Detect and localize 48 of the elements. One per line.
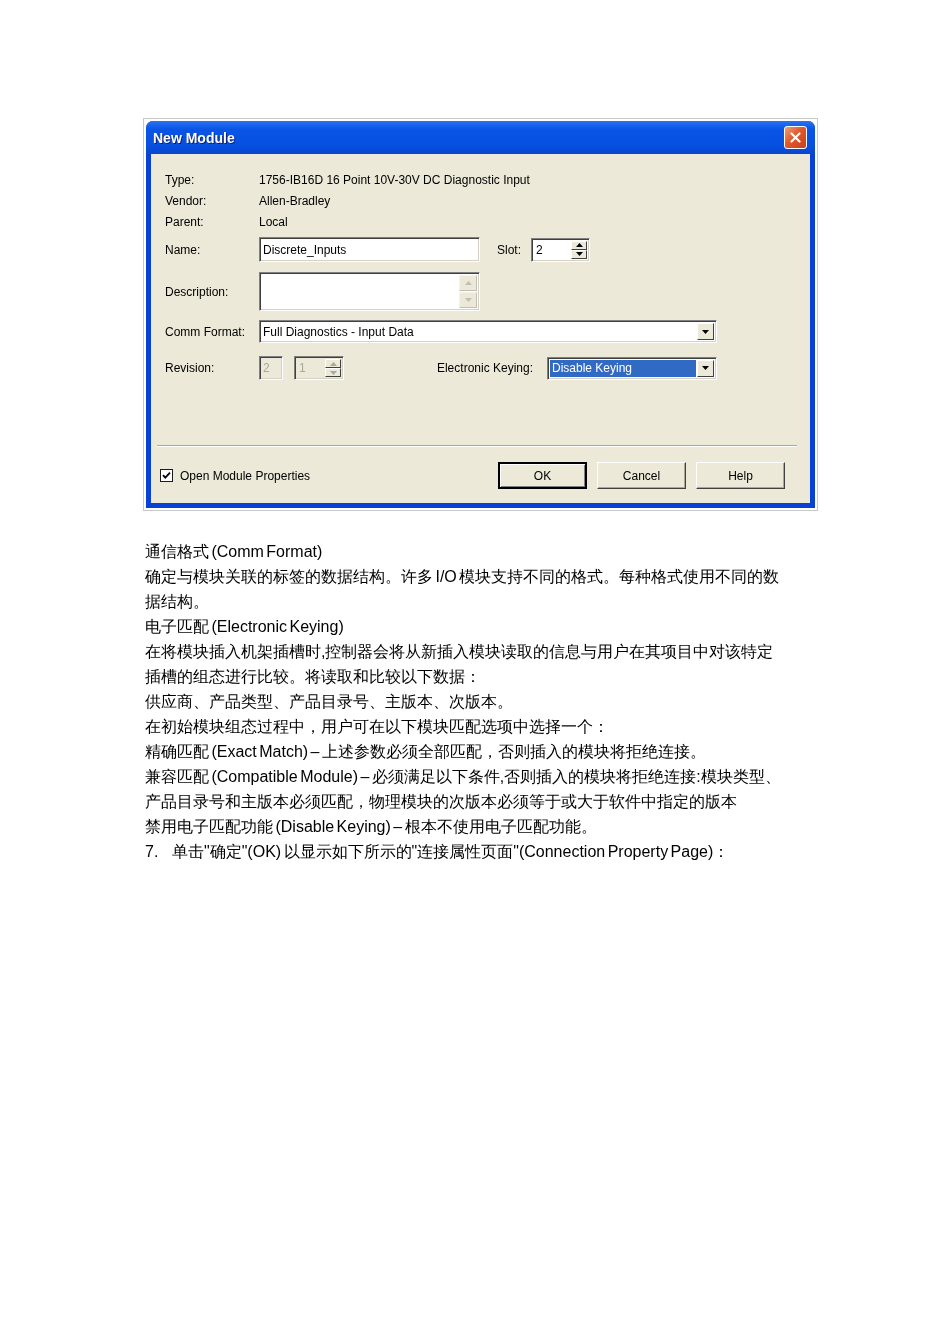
list-item-text: 单击"确定"(OK) 以显示如下所示的"连接属性页面"(Connection Property Page)：	[172, 842, 730, 862]
spin-down-button[interactable]	[571, 249, 587, 259]
paragraph: 禁用电子匹配功能 (Disable Keying) – 根本不使用电子匹配功能。	[145, 817, 598, 837]
list-number: 7.	[145, 842, 160, 862]
field-value: 1756-IB16D 16 Point 10V-30V DC Diagnostic Input	[259, 172, 530, 187]
slot-field[interactable]: 2	[531, 237, 590, 262]
field-label: Description:	[165, 284, 230, 299]
paragraph: 通信格式 (Comm Format)	[145, 542, 324, 562]
field-label: Parent:	[165, 214, 205, 229]
field-label: Comm Format:	[165, 324, 246, 339]
paragraph: 电子匹配 (Electronic Keying)	[145, 617, 345, 637]
paragraph: 确定与模块关联的标签的数据结构。许多 I/O 模块支持不同的格式。每种格式使用不同的数据结构。	[145, 567, 781, 612]
field-label: Electronic Keying:	[436, 361, 533, 375]
paragraph: 兼容匹配 (Compatible Module) – 必须满足以下条件,否则插入的模块将拒绝连接:模块类型、产品目录号和主版本必须匹配，物理模块的次版本必须等于或大于软件中指定的版本	[145, 767, 782, 812]
field-label: Name:	[165, 242, 202, 257]
close-icon	[790, 132, 801, 143]
caret-down-icon	[575, 252, 583, 256]
dialog-button[interactable]: Help	[696, 462, 785, 489]
field-label: Revision:	[165, 361, 216, 375]
paragraph: 在将模块插入机架插槽时,控制器会将从新插入模块读取的信息与用户在其项目中对该特定插槽的组态进行比较。将读取和比较以下数据：	[145, 642, 775, 687]
comm-format-dropdown[interactable]: Full Diagnostics - Input Data	[259, 320, 717, 343]
checkbox-label[interactable]: Open Module Properties	[180, 468, 311, 483]
name-field[interactable]: Discrete_Inputs	[259, 237, 480, 262]
dropdown-button[interactable]	[697, 359, 714, 377]
window-title: New Module	[153, 129, 235, 146]
field-label: Slot:	[497, 242, 522, 257]
caret-up-icon	[575, 243, 583, 247]
caret-up-icon	[464, 281, 472, 285]
keying-dropdown[interactable]: Disable Keying	[547, 356, 717, 380]
dialog-button[interactable]: OK	[498, 462, 587, 489]
field-label: Vendor:	[165, 193, 208, 208]
paragraph: 在初始模块组态过程中，用户可在以下模块匹配选项中选择一个：	[145, 717, 610, 737]
paragraph: 精确匹配 (Exact Match) – 上述参数必须全部匹配，否则插入的模块将拒绝连接。	[145, 742, 707, 762]
dialog-button[interactable]: Cancel	[597, 462, 686, 489]
caret-down-icon	[329, 370, 337, 375]
paragraph: 供应商、产品类型、产品目录号、主版本、次版本。	[145, 692, 514, 712]
caret-down-icon	[702, 366, 709, 370]
spin-up-button[interactable]	[571, 240, 587, 250]
field-label: Type:	[165, 172, 196, 187]
close-button[interactable]	[784, 126, 807, 149]
caret-down-icon	[464, 298, 472, 302]
field-value: Allen-Bradley	[259, 193, 331, 208]
field-value: Local	[259, 214, 288, 229]
caret-up-icon	[329, 361, 337, 366]
caret-down-icon	[702, 329, 709, 334]
dropdown-button[interactable]	[697, 323, 714, 340]
selected-value: Disable Keying	[550, 359, 696, 377]
checkbox[interactable]	[160, 469, 173, 482]
